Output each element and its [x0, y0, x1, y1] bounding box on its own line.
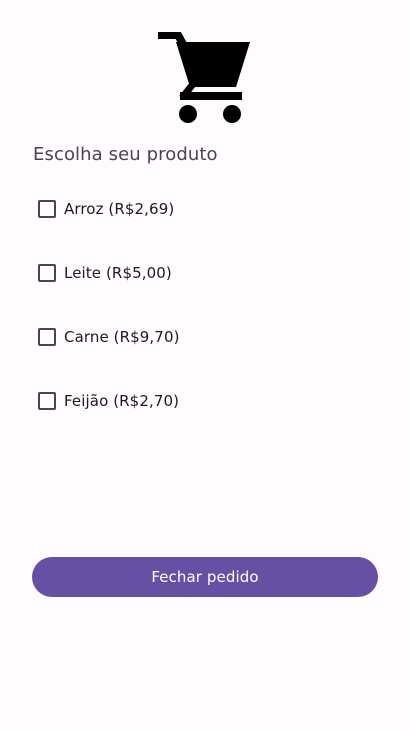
product-label: Leite (R$5,00) [64, 264, 172, 282]
checkbox[interactable] [38, 328, 56, 346]
product-label: Feijão (R$2,70) [64, 392, 180, 410]
shopping-cart-icon [158, 32, 252, 124]
product-item-carne[interactable]: Carne (R$9,70) [30, 315, 270, 359]
checkbox[interactable] [38, 264, 56, 282]
close-order-button[interactable]: Fechar pedido [32, 557, 378, 597]
product-item-feijao[interactable]: Feijão (R$2,70) [30, 379, 270, 423]
product-item-arroz[interactable]: Arroz (R$2,69) [30, 187, 270, 231]
checkbox[interactable] [38, 392, 56, 410]
checkbox[interactable] [38, 200, 56, 218]
page-title: Escolha seu produto [33, 144, 218, 165]
product-item-leite[interactable]: Leite (R$5,00) [30, 251, 270, 295]
product-label: Arroz (R$2,69) [64, 200, 175, 218]
app-screen: Escolha seu produto Arroz (R$2,69) Leite… [0, 0, 410, 730]
product-label: Carne (R$9,70) [64, 328, 180, 346]
